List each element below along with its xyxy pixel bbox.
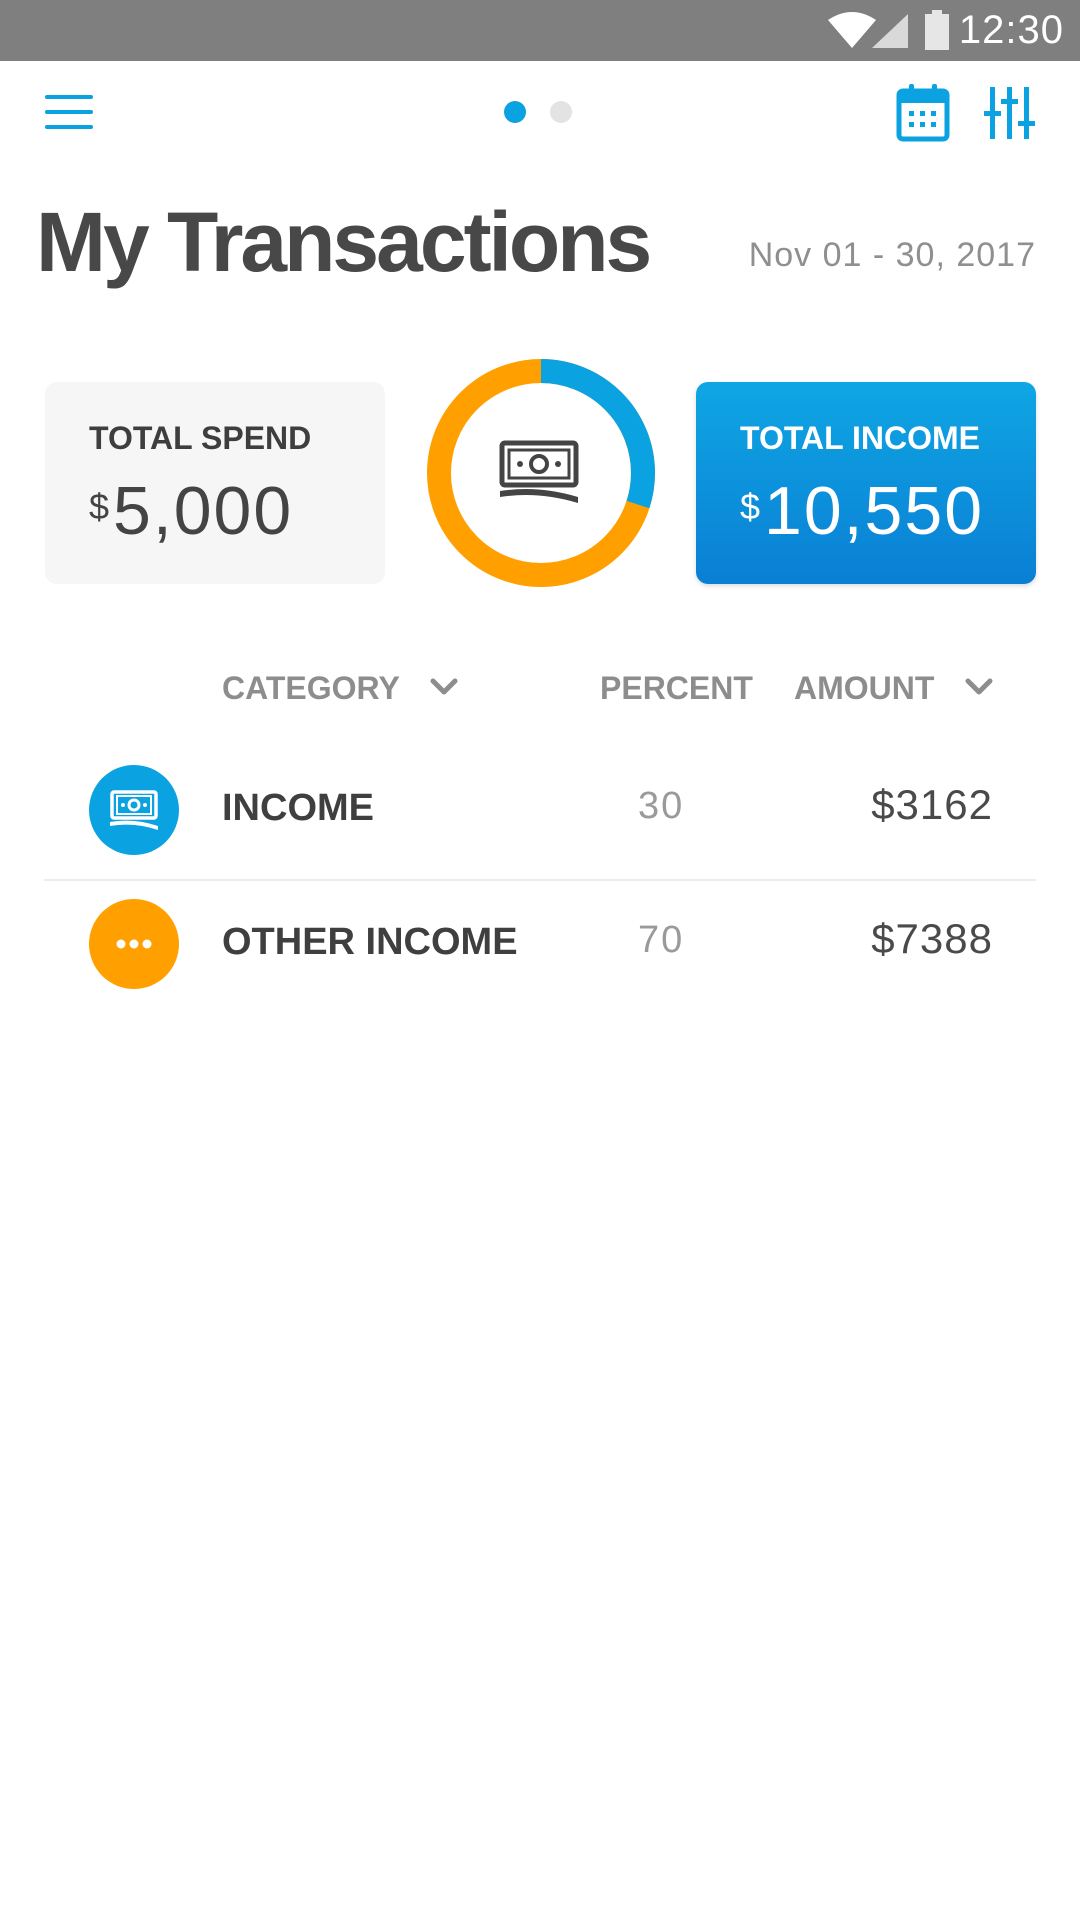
page-dot-inactive[interactable]: [550, 101, 572, 123]
total-spend-value: 5,000: [113, 473, 294, 549]
menu-button[interactable]: [40, 87, 98, 137]
amount-header: AMOUNT: [794, 670, 935, 706]
filter-button[interactable]: [982, 83, 1038, 143]
table-row[interactable]: INCOME 30 $3162: [44, 745, 1036, 881]
total-income-amount: $10,550: [740, 471, 1036, 551]
chevron-down-icon: [430, 678, 458, 695]
menu-icon-line: [45, 110, 93, 114]
currency-symbol: $: [89, 486, 112, 527]
calendar-icon: [896, 84, 950, 142]
status-time: 12:30: [958, 8, 1064, 52]
row-amount: $3162: [871, 781, 993, 828]
row-percent: 30: [638, 785, 685, 827]
sliders-icon: [984, 87, 1035, 139]
row-category: INCOME: [222, 787, 374, 829]
page-dot-active[interactable]: [504, 101, 526, 123]
sort-amount-button[interactable]: AMOUNT: [794, 670, 993, 707]
more-dots-icon: [116, 939, 152, 949]
calendar-button[interactable]: [896, 83, 950, 143]
menu-icon-line: [45, 95, 93, 99]
battery-icon: [925, 10, 949, 50]
total-income-label: TOTAL INCOME: [740, 420, 980, 456]
donut-chart: [427, 359, 655, 587]
row-category: OTHER INCOME: [222, 921, 518, 963]
cash-icon: [499, 440, 579, 503]
category-badge: [89, 765, 179, 855]
total-income-value: 10,550: [764, 473, 985, 549]
total-income-card[interactable]: TOTAL INCOME $10,550: [696, 382, 1036, 584]
table-row[interactable]: OTHER INCOME 70 $7388: [44, 879, 1036, 1013]
total-spend-amount: $5,000: [89, 471, 385, 551]
page-title: My Transactions: [36, 195, 652, 289]
percent-header: PERCENT: [600, 670, 753, 706]
top-bar: [0, 61, 1080, 163]
total-spend-label: TOTAL SPEND: [89, 420, 312, 456]
menu-icon-line: [45, 125, 93, 129]
total-spend-card[interactable]: TOTAL SPEND $5,000: [45, 382, 385, 584]
row-amount: $7388: [871, 915, 993, 962]
date-range[interactable]: Nov 01 - 30, 2017: [749, 236, 1036, 275]
cellular-signal-icon: [872, 14, 908, 48]
currency-symbol: $: [740, 486, 763, 527]
cash-icon: [110, 790, 158, 830]
row-percent: 70: [638, 919, 685, 961]
table-header: CATEGORY PERCENT AMOUNT: [0, 660, 1080, 720]
category-header: CATEGORY: [222, 670, 400, 706]
status-bar: 12:30: [0, 0, 1080, 61]
chevron-down-icon: [965, 678, 993, 695]
category-badge: [89, 899, 179, 989]
sort-category-button[interactable]: CATEGORY: [222, 670, 458, 707]
